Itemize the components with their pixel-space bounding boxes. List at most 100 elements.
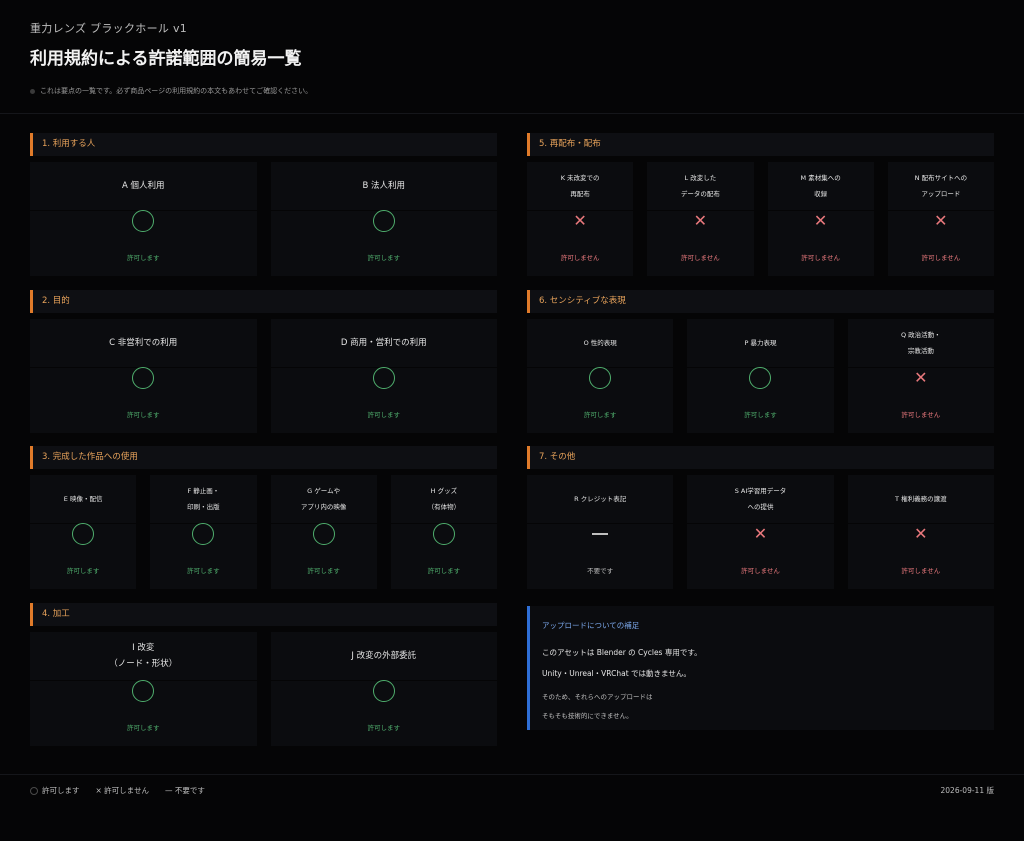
section-heading: 4. 加工 [30,603,497,626]
permission-status: 許可します [127,254,160,262]
permission-card: K 未改変での 再配布 ✕ 許可しません [527,162,634,276]
footer-divider [0,774,1024,775]
permission-label: A 個人利用 [121,181,165,191]
permission-card: N 配布サイトへの アップロード ✕ 許可しません [887,162,994,276]
permission-card: J 改変の外部委託 許可します [270,632,497,746]
permission-card: I 改変 （ノード・形状） 許可します [30,632,257,746]
section-cards: E 映像・配信 許可します F 静止画・ 印刷・出版 許可します G ゲームや アプリ内… [30,475,497,589]
permission-label: L 改変した データの配布 [680,174,720,198]
legend: 許可します × 許可しません — 不要です [30,785,994,796]
permission-status: 許可します [583,411,617,419]
permission-label: G ゲームや アプリ内の映像 [300,487,347,511]
denied-cross-icon: ✕ [813,211,828,230]
page-title: 利用規約による許諾範囲の簡易一覧 [30,49,302,69]
permission-label: B 法人利用 [362,181,406,191]
section-1: 1. 利用する人 A 個人利用 許可します B 法人利用 許可します [30,133,497,276]
permission-label: O 性的表現 [583,339,617,347]
permission-status: 許可しません [801,254,841,262]
permission-card: Q 政治活動・ 宗教活動 ✕ 許可しません [847,319,994,433]
page-note-text: これは要点の一覧です。必ず商品ページの利用規約の本文もあわせてご確認ください。 [40,87,313,95]
allowed-circle-icon [132,680,155,702]
permission-status: 許可しません [901,567,941,575]
permission-label: R クレジット表記 [574,495,627,503]
supplement-line-2: Unity・Unreal・VRChat では動きません。 [542,669,691,678]
product-name: 重力レンズ ブラックホール v1 [30,22,188,35]
page-note: これは要点の一覧です。必ず商品ページの利用規約の本文もあわせてご確認ください。 [30,86,312,96]
section-6: 6. センシティブな表現 O 性的表現 許可します P 暴力表現 許可します Q 政治活動… [527,290,994,433]
permission-card: B 法人利用 許可します [270,162,497,276]
legend-denied: × 許可しません [95,786,149,795]
section-2: 2. 目的 C 非営利での利用 許可します D 商用・営利での利用 許可します [30,290,497,433]
permission-status: 許可します [127,411,160,419]
section-heading: 7. その他 [527,446,994,469]
legend-allowed-label: 許可します [42,786,80,795]
permission-label: N 配布サイトへの アップロード [914,174,968,198]
legend-not-needed: — 不要です [164,786,205,795]
permission-status: 許可します [744,411,777,419]
section-heading: 2. 目的 [30,290,497,313]
permission-label: C 非営利での利用 [109,338,178,348]
allowed-circle-icon [749,367,772,389]
denied-cross-icon: ✕ [914,368,928,387]
permission-status: 許可します [307,567,340,575]
denied-cross-icon: ✕ [693,211,708,230]
permission-card: T 権利義務の譲渡 ✕ 許可しません [847,475,994,589]
permission-label: S AI学習用データ への提供 [734,487,787,511]
permission-label: D 商用・営利での利用 [340,338,427,348]
permission-status: 許可しません [680,254,720,262]
permission-label: Q 政治活動・ 宗教活動 [900,331,941,355]
supplement-line-4: そもそも技術的にできません。 [542,712,633,720]
allowed-circle-icon [72,523,95,545]
permission-label: M 素材集への 収録 [800,174,841,198]
supplement-title: アップロードについての補足 [542,621,640,630]
permission-card: P 暴力表現 許可します [687,319,834,433]
allowed-circle-icon [192,523,215,545]
permission-status: 許可します [66,567,100,575]
upload-supplement: アップロードについての補足 このアセットは Blender の Cycles 専… [527,606,994,730]
permission-card: S AI学習用データ への提供 ✕ 許可しません [687,475,834,589]
page-footer: 許可します × 許可しません — 不要です 2026-09-11 版 [30,785,994,796]
permission-card: H グッズ （有体物） 許可します [390,475,497,589]
section-cards: R クレジット表記 不要です S AI学習用データ への提供 ✕ 許可しません T 権利義… [527,475,994,589]
permission-status: 許可しません [560,254,600,262]
permission-label: K 未改変での 再配布 [560,174,600,198]
permission-status: 許可します [367,254,401,262]
section-heading: 5. 再配布・配布 [527,133,994,156]
permission-status: 許可しません [921,254,961,262]
denied-cross-icon: ✕ [914,524,928,543]
permission-card: F 静止画・ 印刷・出版 許可します [150,475,257,589]
permission-label: F 静止画・ 印刷・出版 [187,487,220,511]
section-heading: 3. 完成した作品への使用 [30,446,497,469]
permission-status: 許可します [367,724,401,732]
permission-status: 許可しません [901,411,941,419]
permission-card: M 素材集への 収録 ✕ 許可しません [767,162,874,276]
allowed-circle-icon [372,680,395,702]
denied-cross-icon: ✕ [934,211,948,230]
permission-card: G ゲームや アプリ内の映像許可します [270,475,377,589]
legend-allowed: 許可します [30,785,80,796]
permission-card: C 非営利での利用 許可します [30,319,257,433]
denied-cross-icon: ✕ [573,211,587,230]
section-5: 5. 再配布・配布 K 未改変での 再配布 ✕ 許可しません L 改変した データの配布… [527,133,994,276]
permission-label: J 改変の外部委託 [351,651,417,661]
card-divider [527,523,674,524]
allowed-circle-icon [132,210,155,232]
permission-status: 不要です [587,567,614,575]
circle-icon [30,786,38,795]
permission-label: E 映像・配信 [63,495,103,503]
header-divider [0,113,1024,114]
allowed-circle-icon [589,367,612,389]
allowed-circle-icon [372,210,395,232]
section-7: 7. その他 R クレジット表記 不要です S AI学習用データ への提供 ✕ 許可しませ… [527,446,994,589]
permission-label: I 改変 （ノード・形状） [109,643,178,669]
permission-status: 許可します [367,411,401,419]
allowed-circle-icon [372,367,395,389]
permission-label: T 権利義務の譲渡 [895,495,947,503]
permission-card: O 性的表現 許可します [527,319,674,433]
permission-card: E 映像・配信 許可します [30,475,137,589]
permission-card: D 商用・営利での利用 許可します [270,319,497,433]
bullet-icon [30,88,35,94]
section-3: 3. 完成した作品への使用 E 映像・配信 許可します F 静止画・ 印刷・出版 許可し… [30,446,497,589]
section-heading: 6. センシティブな表現 [527,290,994,313]
section-cards: K 未改変での 再配布 ✕ 許可しません L 改変した データの配布 ✕ 許可しません M … [527,162,994,276]
